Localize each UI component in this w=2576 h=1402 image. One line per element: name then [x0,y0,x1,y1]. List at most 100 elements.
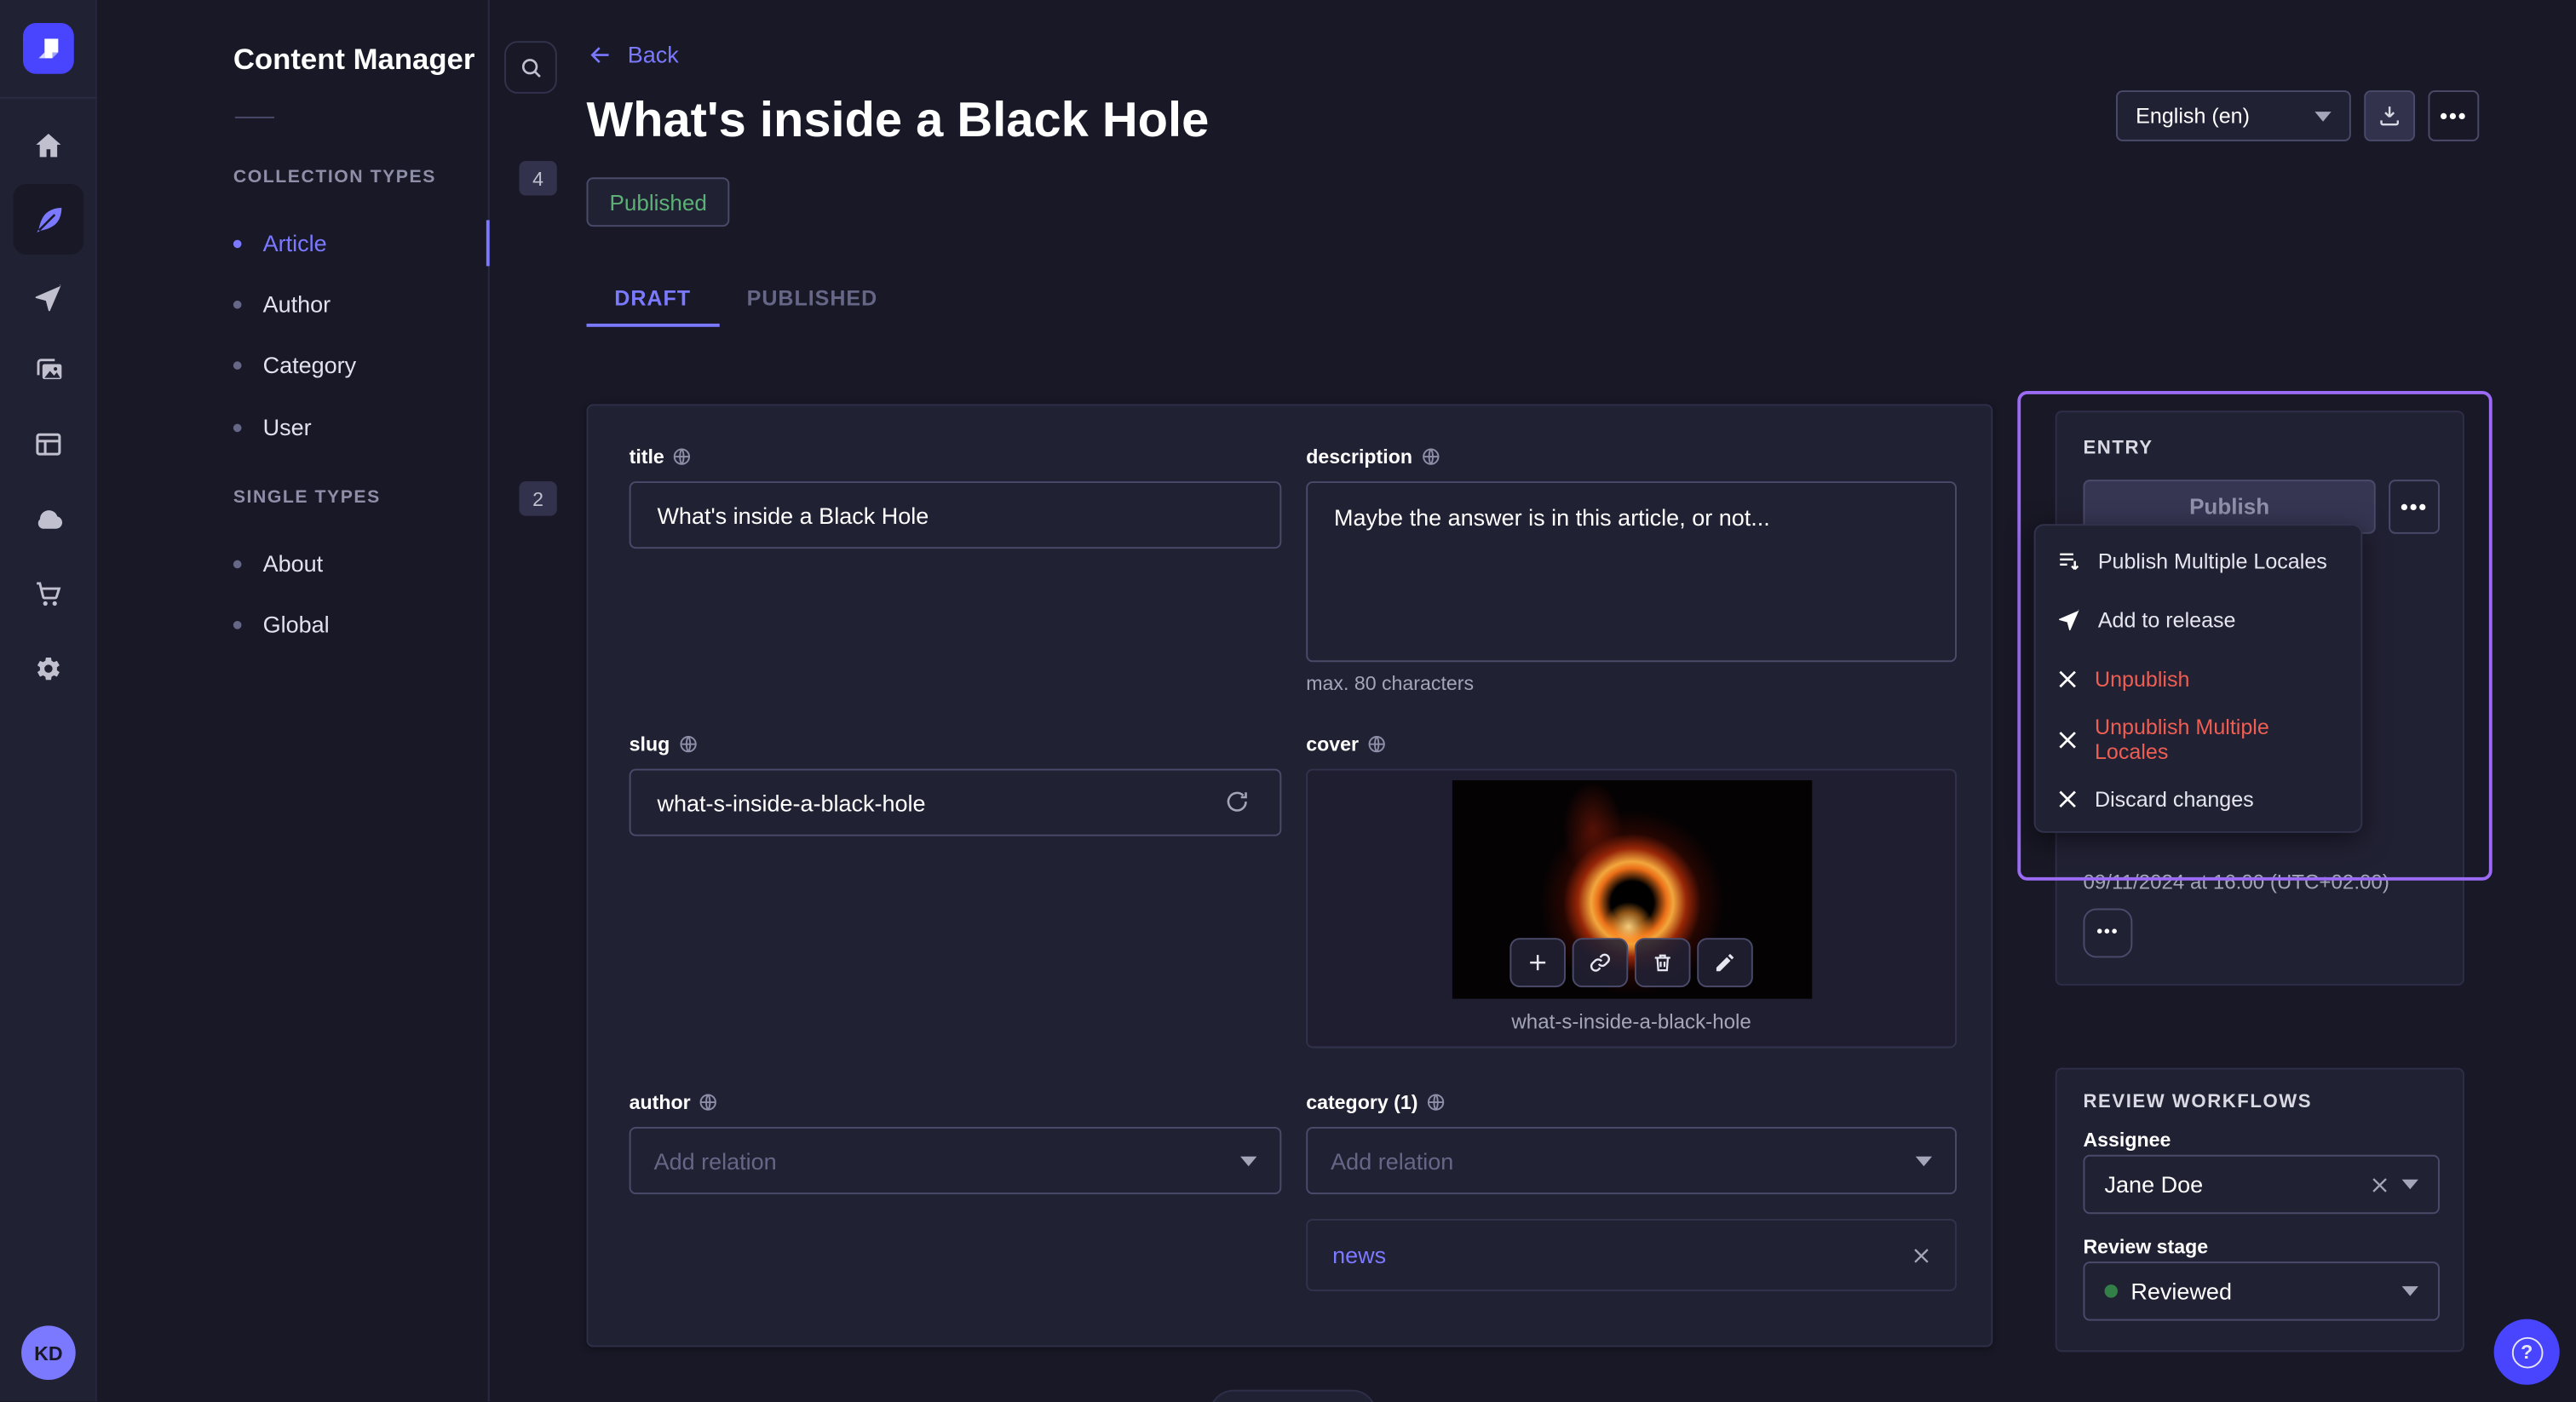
description-field-label: description [1306,445,1440,468]
feather-icon [32,203,66,236]
regenerate-slug-button[interactable] [1224,789,1251,815]
category-field-label: category (1) [1306,1091,1446,1114]
page-title: What's inside a Black Hole [587,94,1210,150]
category-relation-select[interactable]: Add relation [1306,1127,1957,1194]
tab-published[interactable]: PUBLISHED [719,271,906,324]
category-relation-item: news [1306,1219,1957,1291]
next-section-partial[interactable] [1209,1390,1377,1402]
entry-panel-heading: ENTRY [2083,439,2153,458]
content-manager-subnav: Content Manager COLLECTION TYPES 4 Artic… [97,0,490,1401]
nav-media-library-button[interactable] [13,338,83,400]
sidebar-item-label: Article [263,230,327,256]
strapi-logo[interactable] [23,23,74,74]
field-label-text: slug [630,733,670,756]
nav-marketplace-button[interactable] [13,562,83,624]
header-more-button[interactable]: ••• [2428,90,2479,141]
menu-item-label: Unpublish [2095,668,2190,692]
copy-link-button[interactable] [1573,938,1629,987]
content-manager-app: KD Content Manager COLLECTION TYPES 4 Ar… [0,0,2576,1401]
sidebar-item-global[interactable]: Global [233,605,562,644]
rail-divider [0,97,97,99]
bullet-icon [233,300,242,308]
field-label-text: author [630,1091,691,1114]
tab-draft[interactable]: DRAFT [587,271,719,324]
help-button[interactable]: ? [2494,1319,2560,1385]
bullet-icon [233,560,242,568]
cover-actions [1308,938,1955,987]
sidebar-item-label: Author [263,290,331,317]
header-actions: English (en) ••• [2116,90,2479,141]
globe-icon [678,734,698,754]
plus-icon [1527,951,1550,974]
trash-icon [1651,951,1674,974]
subnav-title: Content Manager [233,43,475,78]
cross-icon [2057,729,2079,750]
locale-select[interactable]: English (en) [2116,90,2351,141]
main-nav-rail: KD [0,0,97,1401]
relation-link[interactable]: news [1332,1242,1912,1268]
entry-more-button[interactable]: ••• [2389,480,2440,534]
sidebar-item-article[interactable]: Article [233,223,562,262]
field-label-text: category (1) [1306,1091,1417,1114]
menu-item-publish-multiple-locales[interactable]: Publish Multiple Locales [2036,531,2361,590]
version-tabs: DRAFT PUBLISHED [587,271,906,324]
description-hint: max. 80 characters [1306,672,1474,695]
export-button[interactable] [2364,90,2415,141]
nav-settings-button[interactable] [13,637,83,699]
gear-icon [33,653,65,685]
date-more-button[interactable]: ••• [2083,909,2132,958]
menu-item-add-to-release[interactable]: Add to release [2036,590,2361,650]
add-media-button[interactable] [1509,938,1566,987]
menu-item-discard-changes[interactable]: Discard changes [2036,770,2361,830]
strapi-logo-icon [33,33,65,65]
sidebar-item-user[interactable]: User [233,407,562,446]
section-single-types: SINGLE TYPES [233,488,381,508]
cross-icon [2057,789,2079,810]
nav-releases-button[interactable] [13,266,83,328]
clear-assignee-icon[interactable] [2371,1175,2389,1193]
remove-relation-icon[interactable] [1912,1246,1930,1264]
delete-media-button[interactable] [1635,938,1691,987]
subnav-search-button[interactable] [504,41,557,94]
sidebar-item-category[interactable]: Category [233,345,562,384]
review-stage-combobox[interactable]: Reviewed [2083,1261,2440,1320]
pencil-icon [1714,951,1737,974]
author-relation-select[interactable]: Add relation [630,1127,1282,1194]
status-badge: Published [587,177,730,227]
active-item-indicator [486,220,490,266]
menu-item-label: Publish Multiple Locales [2098,549,2327,573]
single-types-count: 2 [519,481,556,516]
collection-types-count: 4 [519,161,556,196]
cart-icon [33,577,65,609]
user-avatar[interactable]: KD [21,1325,76,1380]
globe-icon [699,1093,718,1112]
review-workflows-panel: REVIEW WORKFLOWS Assignee Jane Doe Revie… [2056,1068,2464,1353]
menu-item-unpublish[interactable]: Unpublish [2036,650,2361,710]
back-link[interactable]: Back [588,41,678,67]
edit-media-button[interactable] [1697,938,1753,987]
bullet-icon [233,239,242,248]
stage-status-dot [2105,1284,2118,1297]
entry-actions-menu: Publish Multiple Locales Add to release … [2034,524,2363,833]
refresh-icon [1224,789,1251,815]
nav-cloud-button[interactable] [13,488,83,550]
list-plus-icon [2057,549,2082,573]
globe-icon [672,447,692,467]
home-icon [33,129,65,160]
nav-home-button[interactable] [13,113,83,175]
field-label-text: cover [1306,733,1359,756]
assignee-combobox[interactable]: Jane Doe [2083,1155,2440,1214]
chevron-down-icon [1240,1156,1256,1166]
title-input[interactable] [630,481,1282,549]
menu-item-label: Add to release [2098,608,2236,633]
nav-content-manager-button[interactable] [13,184,83,255]
menu-item-unpublish-multiple-locales[interactable]: Unpublish Multiple Locales [2036,710,2361,769]
sidebar-item-about[interactable]: About [233,543,562,583]
slug-input[interactable] [630,769,1282,836]
section-collection-types: COLLECTION TYPES [233,168,436,187]
cross-icon [2057,669,2079,691]
nav-content-type-builder-button[interactable] [13,412,83,474]
description-textarea[interactable]: Maybe the answer is in this article, or … [1306,481,1957,662]
sidebar-item-author[interactable]: Author [233,284,562,324]
menu-item-label: Unpublish Multiple Locales [2095,715,2339,765]
